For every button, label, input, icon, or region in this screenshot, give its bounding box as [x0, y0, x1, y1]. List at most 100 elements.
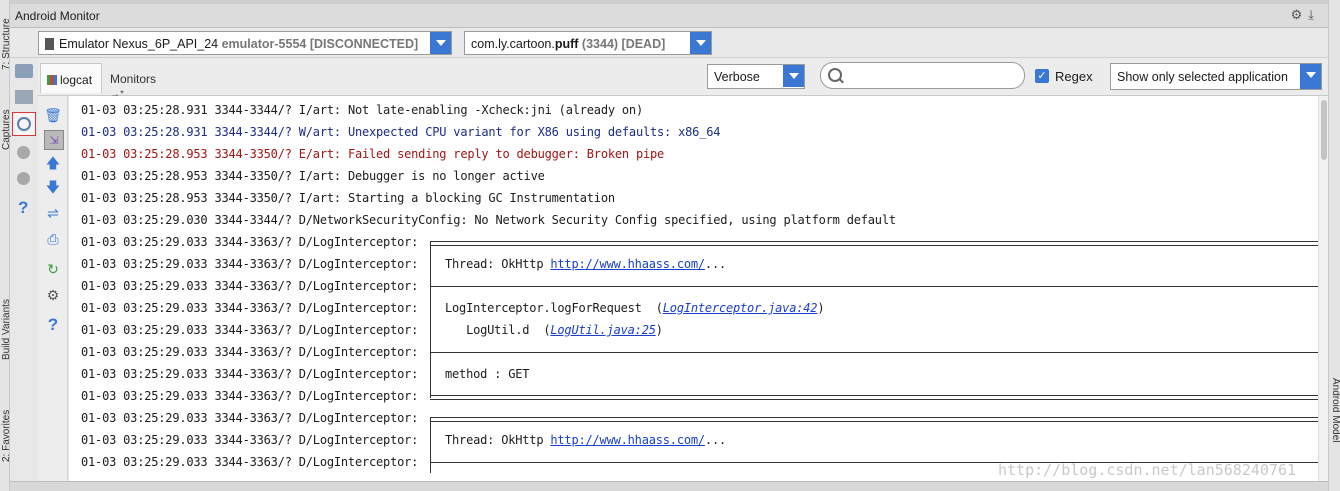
- log-line: 01-03 03:25:28.953 3344-3350/? I/art: St…: [81, 187, 615, 209]
- log-line: 01-03 03:25:29.033 3344-3363/? D/LogInte…: [81, 451, 425, 473]
- log-box-text: LogUtil.d (LogUtil.java:25): [445, 319, 663, 341]
- logcat-output[interactable]: 01-03 03:25:28.931 3344-3344/? I/art: No…: [69, 96, 1318, 491]
- log-line-prefix: 01-03 03:25:29.030 3344-3344/? D/Network…: [81, 213, 475, 227]
- vertical-scrollbar[interactable]: [1318, 96, 1328, 491]
- android-model-tab[interactable]: Android Model: [1330, 378, 1340, 442]
- scope-value: Show only selected application: [1117, 70, 1288, 84]
- log-box-text: method : GET: [445, 363, 529, 385]
- arrow-down-icon[interactable]: 🡇: [44, 179, 62, 198]
- regex-label: Regex: [1055, 69, 1093, 84]
- log-box-text: Thread: OkHttp http://www.hhaass.com/...: [445, 253, 726, 275]
- package-name: puff: [554, 37, 579, 51]
- regex-checkbox[interactable]: ✓: [1035, 69, 1049, 83]
- source-link[interactable]: LogUtil.java:25: [550, 323, 656, 337]
- log-line-tail: ...: [704, 433, 726, 447]
- logcat-toolbar: logcat Monitors →* Verbose ✓ Regex Show …: [38, 58, 1328, 100]
- search-input[interactable]: [820, 62, 1025, 89]
- box-double-rule: [430, 417, 1318, 422]
- tab-logcat[interactable]: logcat: [40, 63, 102, 93]
- log-url-link[interactable]: http://www.hhaass.com/: [550, 257, 705, 271]
- screenshot-icon[interactable]: [15, 64, 33, 78]
- scope-select[interactable]: Show only selected application: [1110, 63, 1322, 90]
- gear-icon[interactable]: ⚙: [44, 286, 62, 304]
- log-line-message: Starting a blocking GC Instrumentation: [347, 191, 615, 205]
- tab-monitors[interactable]: Monitors →*: [104, 63, 178, 100]
- build-variants-tab[interactable]: Build Variants: [1, 299, 12, 360]
- log-line-prefix: 01-03 03:25:28.953 3344-3350/? E/art:: [81, 147, 348, 161]
- soft-wrap-icon[interactable]: ⇌: [44, 204, 62, 222]
- log-level-select[interactable]: Verbose: [707, 64, 805, 89]
- tab-monitors-label: Monitors: [110, 72, 157, 86]
- print-icon[interactable]: ⎙: [44, 230, 62, 248]
- log-line-message: Thread: OkHttp: [445, 257, 551, 271]
- tab-logcat-label: logcat: [60, 73, 93, 87]
- logcat-actions: 🗑 ⇲ 🡅 🡇 ⇌ ⎙ ↻ ⚙ ?: [38, 96, 68, 491]
- capture-toolbar: ?: [12, 60, 36, 230]
- log-line-prefix: 01-03 03:25:29.033 3344-3363/? D/LogInte…: [81, 455, 426, 469]
- dump-icon[interactable]: [17, 172, 30, 185]
- favorites-tab[interactable]: 2: Favorites: [1, 410, 12, 462]
- log-line: 01-03 03:25:29.033 3344-3363/? D/LogInte…: [81, 297, 425, 319]
- status-bar: [10, 481, 1328, 491]
- captures-tab[interactable]: Captures: [1, 109, 12, 150]
- log-line: 01-03 03:25:29.033 3344-3363/? D/LogInte…: [81, 231, 425, 253]
- help-icon[interactable]: ?: [18, 198, 28, 218]
- search-icon: [828, 68, 842, 82]
- gear-icon[interactable]: ⚙: [1291, 7, 1309, 22]
- log-line-prefix: 01-03 03:25:28.931 3344-3344/? W/art:: [81, 125, 348, 139]
- help-icon[interactable]: ?: [44, 315, 62, 334]
- log-line-prefix: 01-03 03:25:29.033 3344-3363/? D/LogInte…: [81, 235, 426, 249]
- box-border: [430, 297, 431, 319]
- log-line-message: No Network Security Config specified, us…: [474, 213, 896, 227]
- watermark: http://blog.csdn.net/lan568240761: [998, 461, 1297, 479]
- box-border: [430, 363, 431, 385]
- log-line: 01-03 03:25:29.033 3344-3363/? D/LogInte…: [81, 253, 425, 275]
- box-double-rule: [430, 241, 1318, 246]
- restart-icon[interactable]: ↻: [44, 260, 62, 278]
- log-line-prefix: 01-03 03:25:29.033 3344-3363/? D/LogInte…: [81, 345, 426, 359]
- process-selector[interactable]: com.ly.cartoon.puff (3344) [DEAD]: [464, 31, 712, 55]
- window-title: Android Monitor: [15, 9, 100, 23]
- chevron-down-icon[interactable]: [690, 32, 711, 54]
- source-link[interactable]: LogInterceptor.java:42: [663, 301, 818, 315]
- log-line-message: Not late-enabling -Xcheck:jni (already o…: [347, 103, 643, 117]
- log-line-message: Failed sending reply to debugger: Broken…: [347, 147, 665, 161]
- log-url-link[interactable]: http://www.hhaass.com/: [550, 433, 705, 447]
- sysinfo-icon[interactable]: [17, 146, 30, 159]
- capture-view-icon[interactable]: [12, 112, 36, 136]
- log-line-message: Debugger is no longer active: [347, 169, 545, 183]
- device-icon: [45, 38, 54, 50]
- log-line-prefix: 01-03 03:25:29.033 3344-3363/? D/LogInte…: [81, 279, 426, 293]
- box-separator: [430, 286, 1318, 287]
- log-line-prefix: 01-03 03:25:29.033 3344-3363/? D/LogInte…: [81, 367, 426, 381]
- device-name: Emulator Nexus_6P_API_24: [59, 37, 219, 51]
- trash-icon[interactable]: 🗑: [44, 106, 62, 124]
- box-double-rule: [430, 395, 1318, 400]
- chevron-down-icon[interactable]: [430, 32, 451, 54]
- record-icon[interactable]: [15, 90, 33, 104]
- log-line-prefix: 01-03 03:25:29.033 3344-3363/? D/LogInte…: [81, 323, 426, 337]
- scroll-to-end-icon[interactable]: ⇲: [44, 130, 64, 150]
- log-line: 01-03 03:25:29.030 3344-3344/? D/Network…: [81, 209, 896, 231]
- hide-icon[interactable]: ⤓: [1308, 7, 1320, 22]
- scrollbar-thumb[interactable]: [1321, 100, 1327, 160]
- log-line: 01-03 03:25:28.953 3344-3350/? I/art: De…: [81, 165, 545, 187]
- chevron-down-icon[interactable]: [783, 65, 804, 87]
- chevron-down-icon[interactable]: [1300, 64, 1321, 89]
- log-line-tail: ): [655, 323, 663, 337]
- log-line-prefix: 01-03 03:25:29.033 3344-3363/? D/LogInte…: [81, 411, 426, 425]
- log-line: 01-03 03:25:29.033 3344-3363/? D/LogInte…: [81, 363, 425, 385]
- process-state: (3344) [DEAD]: [581, 37, 666, 51]
- log-line: 01-03 03:25:28.931 3344-3344/? I/art: No…: [81, 99, 643, 121]
- log-line: 01-03 03:25:29.033 3344-3363/? D/LogInte…: [81, 385, 425, 407]
- device-selector[interactable]: Emulator Nexus_6P_API_24 emulator-5554 […: [38, 31, 452, 55]
- log-line-prefix: 01-03 03:25:29.033 3344-3363/? D/LogInte…: [81, 301, 426, 315]
- arrow-up-icon[interactable]: 🡅: [44, 155, 62, 174]
- log-line: 01-03 03:25:28.931 3344-3344/? W/art: Un…: [81, 121, 720, 143]
- log-line: 01-03 03:25:29.033 3344-3363/? D/LogInte…: [81, 407, 425, 429]
- log-line-tail: ...: [704, 257, 726, 271]
- logcat-icon: [47, 75, 57, 85]
- right-tool-strip: Android Model: [1328, 0, 1340, 491]
- log-box-text: Thread: OkHttp http://www.hhaass.com/...: [445, 429, 726, 451]
- log-line: 01-03 03:25:29.033 3344-3363/? D/LogInte…: [81, 341, 425, 363]
